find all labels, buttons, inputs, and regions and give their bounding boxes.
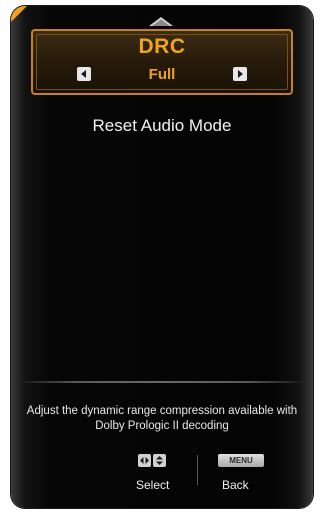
select-keys [138, 454, 168, 468]
drc-title: DRC [138, 35, 186, 58]
help-text: Adjust the dynamic range compression ava… [26, 405, 298, 432]
left-right-arrow-icon [138, 454, 151, 467]
divider [23, 381, 301, 383]
right-arrow-icon[interactable] [233, 67, 247, 81]
footer-separator [197, 455, 198, 485]
back-label: Back [222, 478, 249, 492]
menu-key-icon: MENU [218, 454, 264, 467]
drc-setting-selected[interactable]: DRC Full [31, 29, 293, 95]
select-label: Select [136, 478, 170, 492]
scroll-up-icon[interactable] [148, 15, 174, 27]
drc-value: Full [148, 66, 176, 83]
corner-accent [11, 6, 27, 22]
settings-menu-panel: DRC Full Reset Audio Mode Adjust the dyn… [11, 6, 313, 508]
up-down-arrow-icon [153, 454, 166, 467]
reset-audio-mode-item[interactable]: Reset Audio Mode [11, 116, 313, 136]
